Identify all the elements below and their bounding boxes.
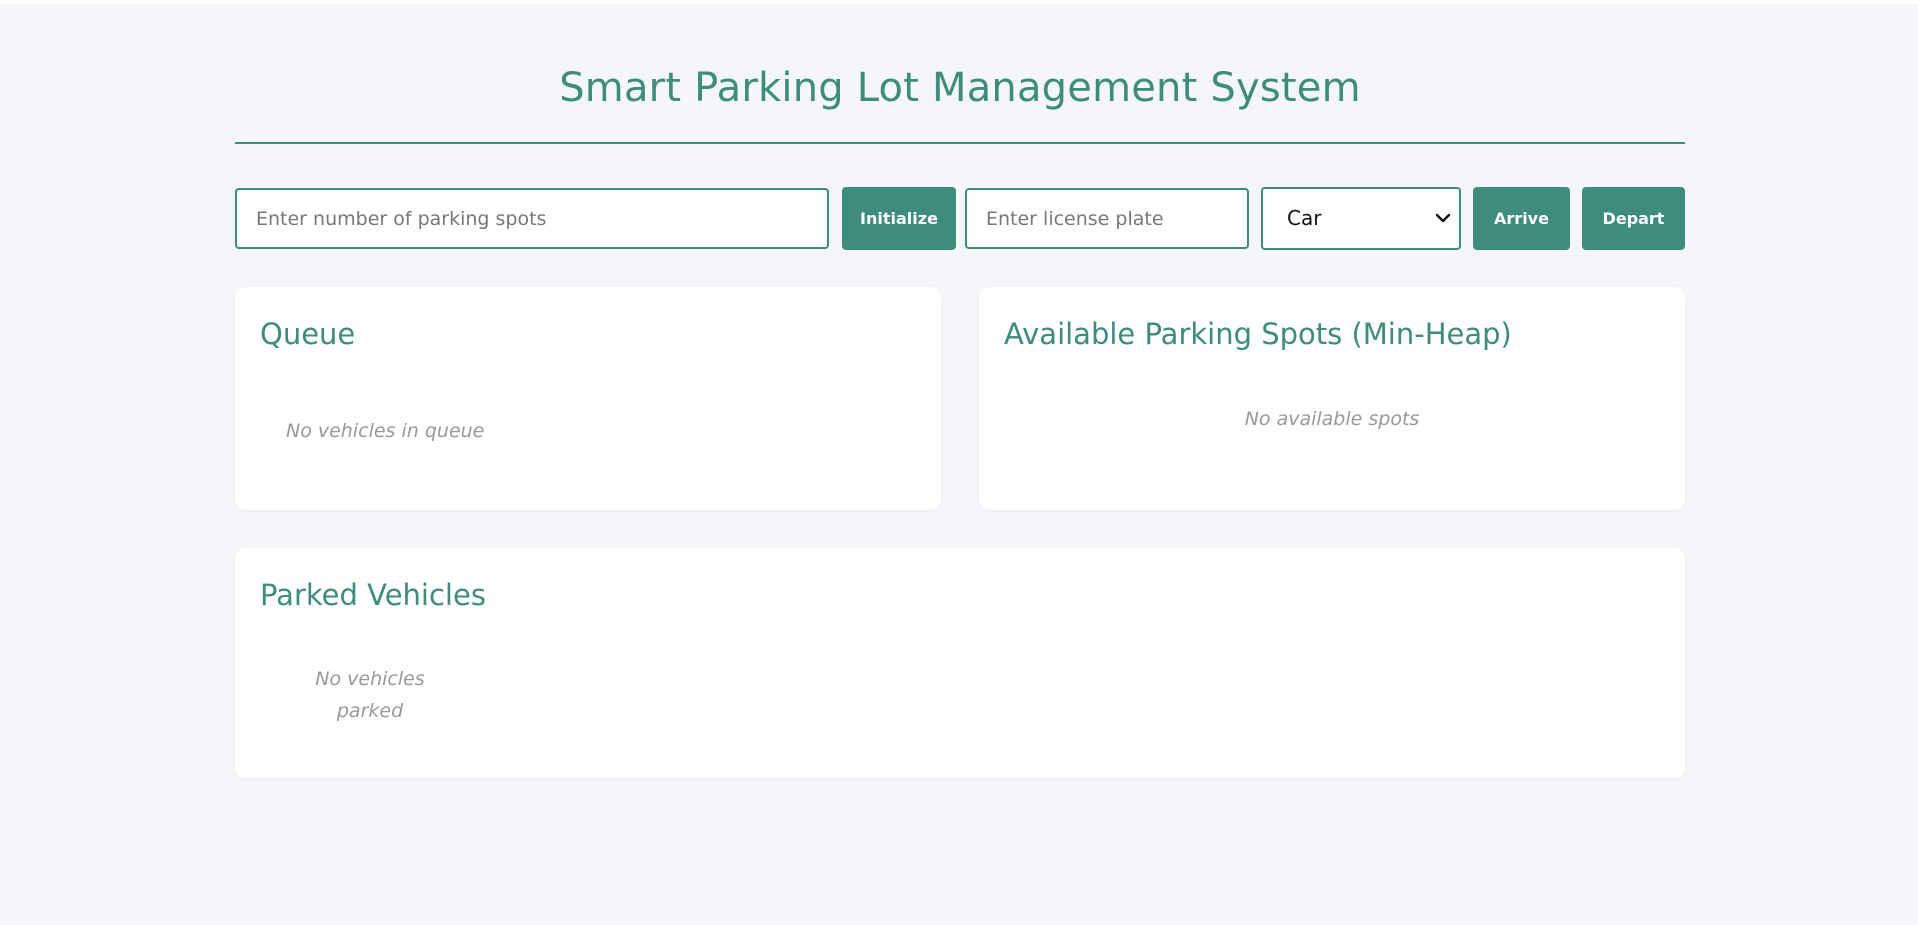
vehicle-type-value: Car <box>1287 206 1322 230</box>
license-plate-input[interactable] <box>965 188 1249 249</box>
available-spots-title: Available Parking Spots (Min-Heap) <box>1004 317 1512 351</box>
control-bar: Initialize Car Arrive Depart <box>235 183 1685 250</box>
parked-vehicles-title: Parked Vehicles <box>260 578 486 612</box>
arrive-button[interactable]: Arrive <box>1473 187 1570 250</box>
parked-vehicles-panel: Parked Vehicles No vehicles parked <box>235 548 1685 778</box>
page-title: Smart Parking Lot Management System <box>559 65 1361 111</box>
parking-spots-input[interactable] <box>235 188 829 249</box>
initialize-button[interactable]: Initialize <box>842 187 956 250</box>
queue-title: Queue <box>260 317 356 351</box>
available-spots-panel: Available Parking Spots (Min-Heap) No av… <box>979 287 1685 510</box>
depart-button[interactable]: Depart <box>1582 187 1685 250</box>
chevron-down-icon <box>1435 213 1451 223</box>
queue-empty-message: No vehicles in queue <box>286 420 485 442</box>
available-spots-empty-message: No available spots <box>1244 408 1420 430</box>
parked-vehicles-empty-message: No vehicles parked <box>315 668 425 722</box>
queue-panel: Queue No vehicles in queue <box>235 287 941 510</box>
page-background: Smart Parking Lot Management System Init… <box>0 4 1918 925</box>
vehicle-type-select[interactable]: Car <box>1261 187 1461 250</box>
title-divider <box>235 142 1685 144</box>
